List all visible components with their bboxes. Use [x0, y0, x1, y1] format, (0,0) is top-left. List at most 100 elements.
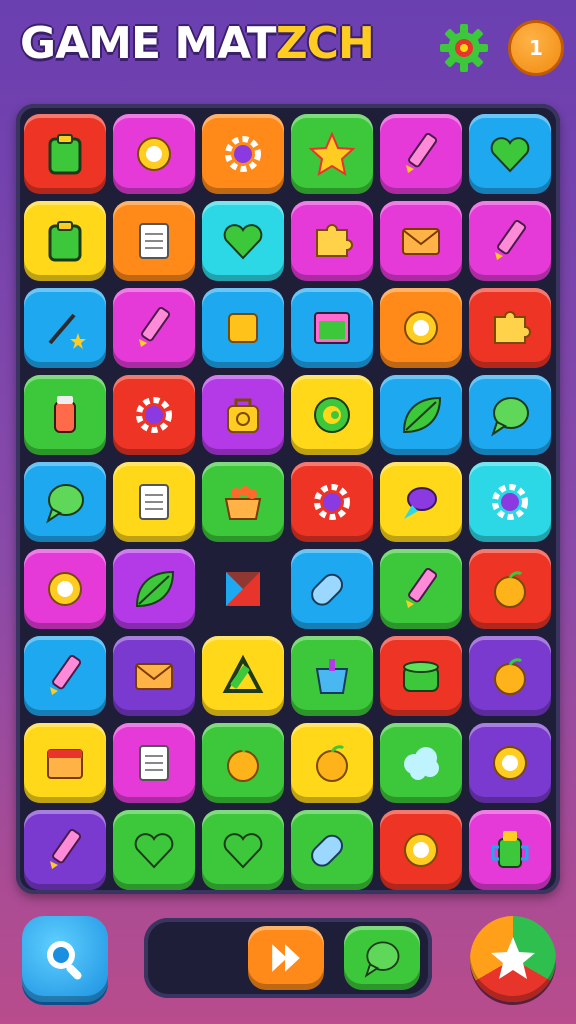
- fruit-icon: [316, 745, 348, 782]
- square-icon: [228, 313, 258, 343]
- cup-icon: [491, 831, 529, 868]
- tile-r4-c6[interactable]: [469, 375, 551, 455]
- window-icon: [314, 312, 350, 344]
- tile-r7-c5[interactable]: [380, 636, 462, 716]
- cloud-icon: [404, 747, 439, 780]
- bubble-icon: [364, 941, 400, 978]
- play-icon: [272, 944, 300, 972]
- tile-r9-c4[interactable]: [291, 810, 373, 890]
- tile-r7-c3[interactable]: [202, 636, 284, 716]
- tile-r4-c4[interactable]: [291, 375, 373, 455]
- tile-r2-c2[interactable]: [113, 201, 195, 281]
- tile-r8-c2[interactable]: [113, 723, 195, 803]
- star-icon: [491, 937, 535, 979]
- sun-icon: [404, 833, 438, 867]
- tile-r3-c2[interactable]: [113, 288, 195, 368]
- basket-icon: [224, 486, 262, 520]
- settings-button[interactable]: [436, 20, 492, 76]
- tile-r1-c2[interactable]: [113, 114, 195, 194]
- clipboard-icon: [48, 134, 82, 175]
- tray-slot-1[interactable]: [248, 926, 324, 990]
- tile-r8-c5[interactable]: [380, 723, 462, 803]
- bubble-icon: [46, 484, 84, 524]
- tile-r2-c4[interactable]: [291, 201, 373, 281]
- tile-r9-c5[interactable]: [380, 810, 462, 890]
- sun-icon: [493, 746, 527, 780]
- tile-r3-c6[interactable]: [469, 288, 551, 368]
- tile-r8-c3[interactable]: [202, 723, 284, 803]
- gear-icon: [492, 484, 528, 520]
- tile-r2-c6[interactable]: [469, 201, 551, 281]
- tile-r6-c3[interactable]: [202, 549, 284, 629]
- roller-icon: [311, 834, 343, 867]
- tile-r3-c3[interactable]: [202, 288, 284, 368]
- tile-r5-c4[interactable]: [291, 462, 373, 542]
- tile-r2-c3[interactable]: [202, 201, 284, 281]
- tile-r4-c5[interactable]: [380, 375, 462, 455]
- notepad-icon: [139, 223, 169, 259]
- tile-r3-c1[interactable]: [24, 288, 106, 368]
- leaf-icon: [402, 396, 442, 434]
- clipboard-icon: [48, 221, 82, 262]
- gear-icon: [314, 484, 350, 520]
- tile-r9-c2[interactable]: [113, 810, 195, 890]
- star-icon: [308, 131, 356, 177]
- tile-r5-c2[interactable]: [113, 462, 195, 542]
- title-main: GAME MAT: [20, 18, 277, 69]
- tile-r5-c1[interactable]: [24, 462, 106, 542]
- tile-r1-c6[interactable]: [469, 114, 551, 194]
- pencil-icon: [495, 219, 527, 260]
- tray-slot-2[interactable]: [344, 926, 420, 990]
- tile-r7-c2[interactable]: [113, 636, 195, 716]
- tile-r2-c5[interactable]: [380, 201, 462, 281]
- tile-r8-c6[interactable]: [469, 723, 551, 803]
- tile-r6-c4[interactable]: [291, 549, 373, 629]
- tile-grid: [22, 112, 553, 893]
- puzzle-icon: [494, 311, 531, 344]
- tile-r9-c1[interactable]: [24, 810, 106, 890]
- tile-r3-c5[interactable]: [380, 288, 462, 368]
- wand-icon: [48, 313, 86, 349]
- tile-r6-c5[interactable]: [380, 549, 462, 629]
- search-button[interactable]: [22, 916, 108, 1002]
- tile-r1-c1[interactable]: [24, 114, 106, 194]
- notepad-icon: [139, 484, 169, 520]
- heart-icon: [490, 137, 530, 173]
- tile-r7-c4[interactable]: [291, 636, 373, 716]
- tile-r5-c6[interactable]: [469, 462, 551, 542]
- coin-button[interactable]: 1: [508, 20, 564, 76]
- roller-icon: [311, 573, 343, 606]
- tile-r5-c5[interactable]: [380, 462, 462, 542]
- pencil-icon: [406, 567, 438, 608]
- sun-icon: [48, 572, 82, 606]
- gear-icon: [136, 397, 172, 433]
- tile-r4-c1[interactable]: [24, 375, 106, 455]
- tile-r6-c6[interactable]: [469, 549, 551, 629]
- tile-r2-c1[interactable]: [24, 201, 106, 281]
- tile-r8-c1[interactable]: [24, 723, 106, 803]
- tile-r5-c3[interactable]: [202, 462, 284, 542]
- spiral-icon: [314, 397, 350, 433]
- tile-r1-c5[interactable]: [380, 114, 462, 194]
- tile-r8-c4[interactable]: [291, 723, 373, 803]
- title-accent: ZCH: [275, 18, 375, 69]
- tile-r9-c3[interactable]: [202, 810, 284, 890]
- game-board: [16, 104, 560, 894]
- tile-r1-c3[interactable]: [202, 114, 284, 194]
- tile-r1-c4[interactable]: [291, 114, 373, 194]
- envelope-icon: [135, 663, 173, 690]
- pencil-icon: [139, 306, 171, 347]
- tile-r7-c1[interactable]: [24, 636, 106, 716]
- tile-r7-c6[interactable]: [469, 636, 551, 716]
- tile-r3-c4[interactable]: [291, 288, 373, 368]
- sun-icon: [404, 311, 438, 345]
- tile-r9-c6[interactable]: [469, 810, 551, 890]
- tile-r6-c1[interactable]: [24, 549, 106, 629]
- pencil-icon: [50, 828, 82, 869]
- pencil-icon: [50, 654, 82, 695]
- tile-r6-c2[interactable]: [113, 549, 195, 629]
- tile-r4-c3[interactable]: [202, 375, 284, 455]
- star-button[interactable]: [470, 916, 556, 1002]
- fruit-icon: [227, 745, 259, 782]
- tile-r4-c2[interactable]: [113, 375, 195, 455]
